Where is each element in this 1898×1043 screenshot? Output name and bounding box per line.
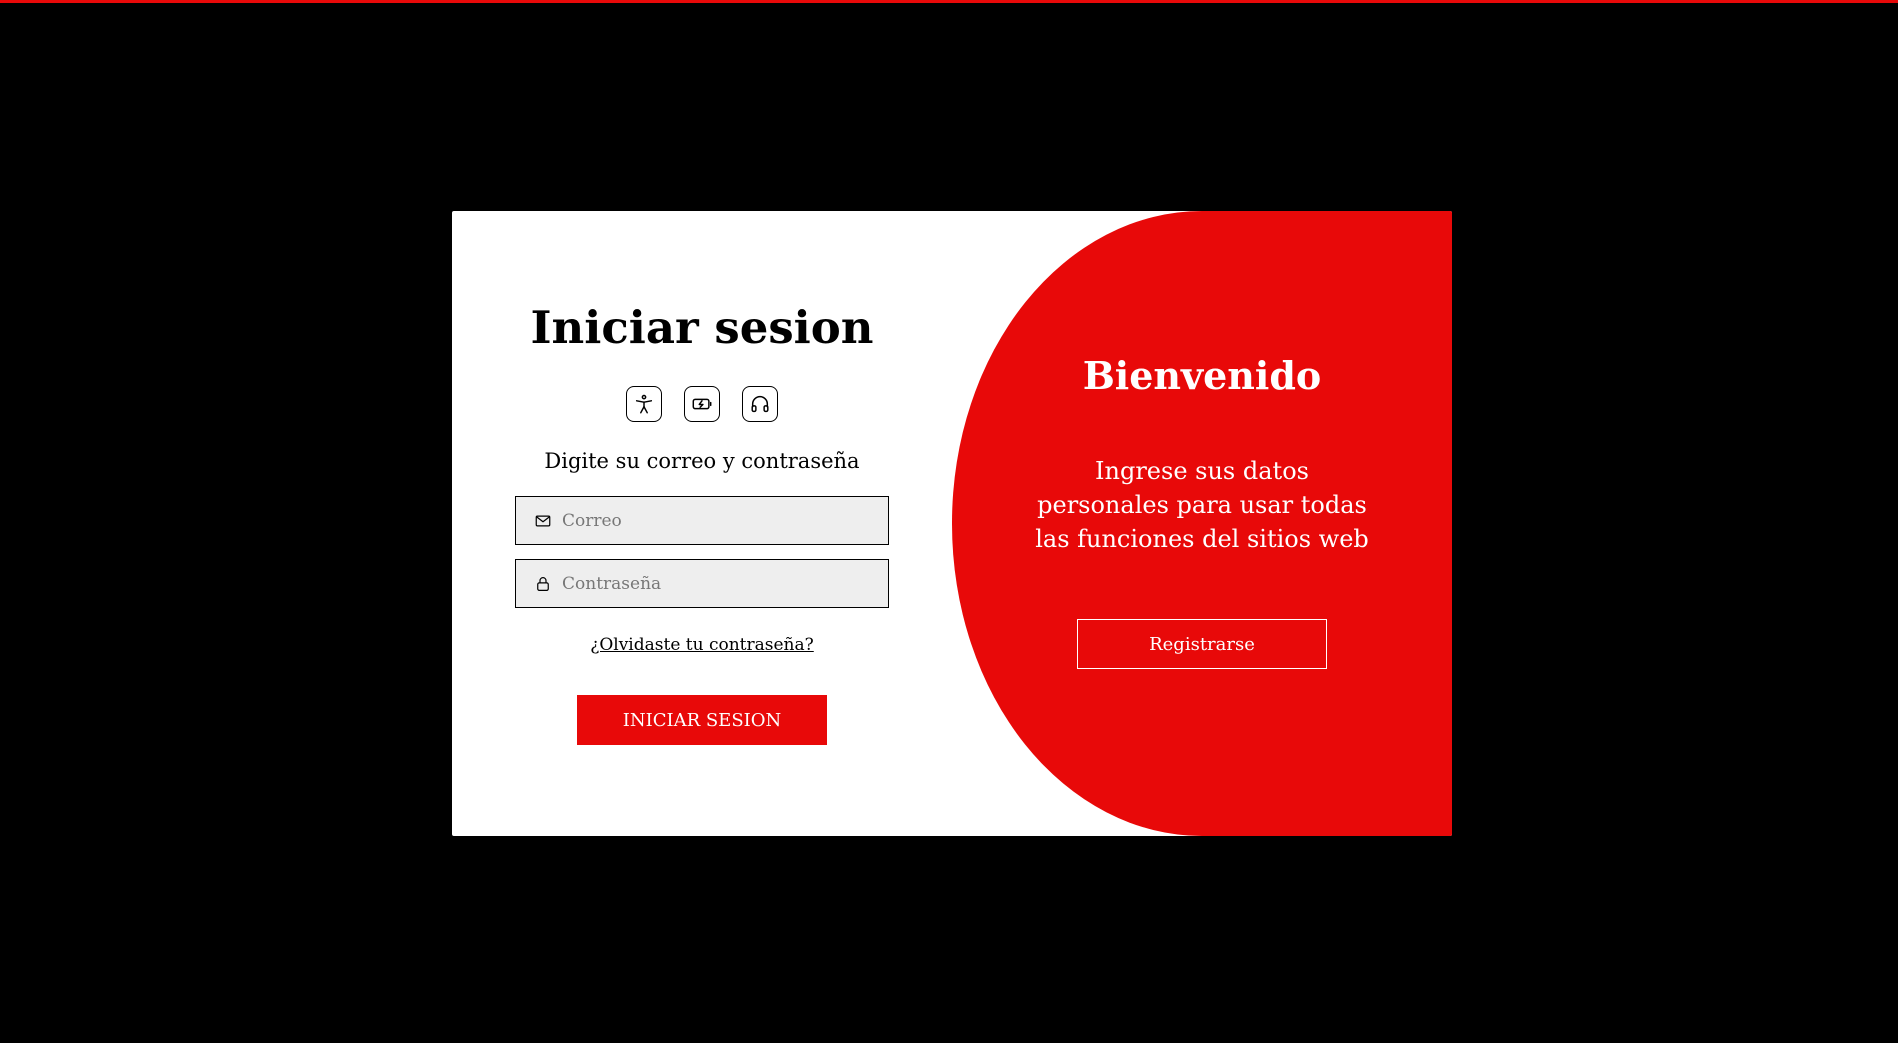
accessibility-button[interactable] bbox=[626, 386, 662, 422]
page-title: Iniciar sesion bbox=[530, 301, 874, 354]
welcome-message: Ingrese sus datos personales para usar t… bbox=[1035, 457, 1369, 553]
mail-icon bbox=[534, 512, 552, 530]
register-button[interactable]: Registrarse bbox=[1077, 619, 1327, 669]
lock-icon bbox=[534, 575, 552, 593]
battery-saver-button[interactable] bbox=[684, 386, 720, 422]
login-card: Iniciar sesion Digite su correo y contra… bbox=[452, 211, 1452, 836]
accessibility-icon bbox=[635, 394, 653, 414]
welcome-title: Bienvenido bbox=[1082, 353, 1322, 398]
password-field[interactable] bbox=[515, 559, 889, 608]
login-panel: Iniciar sesion Digite su correo y contra… bbox=[452, 211, 952, 836]
accessibility-toolbar bbox=[452, 386, 952, 422]
forgot-password-link[interactable]: ¿Olvidaste tu contraseña? bbox=[590, 635, 814, 655]
welcome-panel: Bienvenido Ingrese sus datos personales … bbox=[952, 211, 1452, 836]
headphones-icon bbox=[751, 396, 769, 413]
top-accent-line bbox=[0, 0, 1898, 3]
login-instructions: Digite su correo y contraseña bbox=[544, 449, 860, 473]
password-input[interactable] bbox=[562, 563, 862, 604]
battery-icon bbox=[692, 398, 712, 410]
email-field[interactable] bbox=[515, 496, 889, 545]
forgot-password: ¿Olvidaste tu contraseña? bbox=[452, 635, 952, 655]
login-button[interactable]: INICIAR SESION bbox=[577, 695, 827, 745]
audio-button[interactable] bbox=[742, 386, 778, 422]
email-input[interactable] bbox=[562, 500, 862, 541]
